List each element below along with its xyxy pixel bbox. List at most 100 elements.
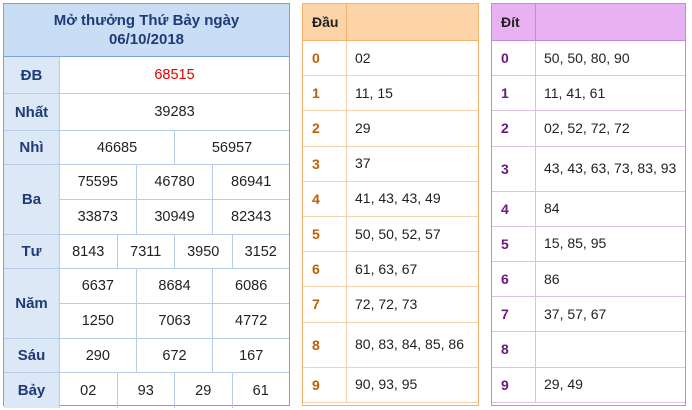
- dau-row: 4 41, 43, 43, 49: [303, 181, 478, 217]
- dau-digit: 8: [303, 322, 347, 367]
- lottery-results-table: Mở thưởng Thứ Bảy ngày 06/10/2018 ĐB 6851…: [3, 3, 290, 408]
- prize-number: 167: [212, 339, 289, 372]
- prize-label: Nhì: [4, 131, 60, 164]
- prize-row: Bảy 02 93 29 61: [4, 373, 289, 408]
- dit-numbers: 37, 57, 67: [544, 305, 607, 322]
- prize-number: 93: [116, 373, 175, 408]
- dau-header-label: Đầu: [303, 4, 347, 40]
- dit-digit: 5: [492, 226, 536, 261]
- prize-label: Bảy: [4, 373, 60, 408]
- prize-values: 290 672 167: [60, 339, 289, 372]
- prize-line: 1250 7063 4772: [60, 303, 289, 338]
- prize-number: 30949: [135, 200, 213, 234]
- dau-numbers: 90, 93, 95: [355, 376, 418, 393]
- prize-number: 6086: [212, 269, 289, 303]
- dau-row: 8 80, 83, 84, 85, 86: [303, 322, 478, 368]
- prize-number: 46780: [135, 165, 213, 199]
- dit-table-header: Đít: [492, 4, 685, 41]
- dau-numbers: 50, 50, 52, 57: [355, 225, 441, 242]
- prize-label: ĐB: [4, 57, 60, 93]
- prize-row: Sáu 290 672 167: [4, 339, 289, 373]
- dau-digit: 6: [303, 252, 347, 287]
- dit-numbers: 02, 52, 72, 72: [544, 119, 630, 136]
- dau-table: Đầu 0 02 1 11, 15 2 29 3 37 4 41, 43, 43, 49 5 50, …: [302, 3, 479, 406]
- dit-row: 0 50, 50, 80, 90: [492, 41, 685, 77]
- dau-digit: 3: [303, 146, 347, 181]
- prize-row: Ba 75595 46780 86941 33873 30949 82343: [4, 165, 289, 235]
- dit-row: 8: [492, 332, 685, 368]
- dit-digit: 2: [492, 111, 536, 146]
- prize-number: 75595: [77, 174, 118, 190]
- dit-numbers: 86: [544, 270, 560, 287]
- prize-values: 68515: [60, 57, 289, 93]
- dit-table-body: 0 50, 50, 80, 90 1 11, 41, 61 2 02, 52, 72, 7…: [492, 41, 685, 403]
- dit-row: 1 11, 41, 61: [492, 76, 685, 112]
- dau-digit: 4: [303, 181, 347, 216]
- prize-number: 86941: [212, 165, 289, 199]
- dau-digit: 1: [303, 76, 347, 111]
- prize-number: 3152: [231, 235, 290, 268]
- dit-row: 6 86: [492, 261, 685, 298]
- prize-number: 290: [85, 347, 110, 364]
- dau-numbers: 02: [355, 49, 371, 66]
- dit-row: 4 84: [492, 191, 685, 227]
- prize-line: 02 93 29 61: [60, 373, 289, 408]
- prize-number: 8143: [72, 243, 105, 260]
- dau-table-body: 0 02 1 11, 15 2 29 3 37 4 41, 43, 43, 49 5 50, 50, …: [303, 41, 478, 403]
- prize-number: 68515: [154, 67, 195, 83]
- prize-number: 82343: [212, 200, 289, 234]
- prize-number: 8684: [135, 269, 213, 303]
- prize-number: 46685: [96, 139, 138, 156]
- prize-number: 7063: [135, 304, 213, 338]
- prize-number: 1250: [81, 313, 114, 329]
- dit-table: Đít 0 50, 50, 80, 90 1 11, 41, 61 2 02, 52, 7…: [491, 3, 686, 406]
- dit-digit: 8: [492, 332, 536, 367]
- dau-numbers: 37: [355, 155, 371, 172]
- dau-numbers: 29: [355, 119, 371, 136]
- dau-row: 3 37: [303, 146, 478, 182]
- prize-row: Tư 8143 7311 3950 3152: [4, 235, 289, 269]
- prize-row: Năm 6637 8684 6086 1250 7063 4772: [4, 269, 289, 339]
- prize-row: Nhất 39283: [4, 94, 289, 131]
- dit-row: 5 15, 85, 95: [492, 226, 685, 262]
- prize-values: 39283: [60, 94, 289, 130]
- prize-line: 290 672 167: [60, 339, 289, 372]
- dit-numbers: 43, 43, 63, 73, 83, 93: [544, 160, 677, 177]
- prize-values: 46685 56957: [60, 131, 289, 164]
- dit-numbers: 50, 50, 80, 90: [544, 49, 630, 66]
- dau-row: 5 50, 50, 52, 57: [303, 216, 478, 253]
- dit-row: 7 37, 57, 67: [492, 297, 685, 333]
- prize-line: 46685 56957: [60, 131, 289, 164]
- prize-number: 6637: [81, 278, 114, 294]
- dit-numbers: [536, 332, 685, 366]
- prize-number: 61: [231, 373, 290, 408]
- prize-number: 4772: [212, 304, 289, 338]
- prize-values: 8143 7311 3950 3152: [60, 235, 289, 268]
- prize-row: Nhì 46685 56957: [4, 131, 289, 165]
- prize-number: 29: [174, 373, 232, 408]
- dit-digit: 1: [492, 76, 536, 111]
- dit-numbers: 29, 49: [544, 376, 583, 393]
- prize-values: 02 93 29 61: [60, 373, 289, 408]
- prize-number: 672: [135, 339, 213, 372]
- prize-row: ĐB 68515: [4, 57, 289, 94]
- dit-digit: 3: [492, 146, 536, 191]
- dit-digit: 4: [492, 191, 536, 226]
- prize-label: Tư: [4, 235, 60, 268]
- prize-line: 33873 30949 82343: [60, 199, 289, 234]
- prize-number: 02: [80, 382, 97, 399]
- prize-values: 6637 8684 6086 1250 7063 4772: [60, 269, 289, 338]
- prize-rows: ĐB 68515 Nhất 39283 Nhì 46685 56957 Ba 75595 4678…: [4, 57, 289, 408]
- dau-digit: 2: [303, 111, 347, 146]
- dau-numbers: 41, 43, 43, 49: [355, 190, 441, 207]
- prize-values: 75595 46780 86941 33873 30949 82343: [60, 165, 289, 234]
- dau-row: 1 11, 15: [303, 76, 478, 112]
- results-header: Mở thưởng Thứ Bảy ngày 06/10/2018: [4, 4, 289, 57]
- dit-row: 3 43, 43, 63, 73, 83, 93: [492, 146, 685, 192]
- dau-row: 7 72, 72, 73: [303, 287, 478, 323]
- prize-line: 68515: [60, 57, 289, 93]
- dau-numbers: 11, 15: [355, 84, 393, 101]
- prize-number: 39283: [154, 104, 195, 120]
- results-title: Mở thưởng Thứ Bảy ngày: [53, 12, 240, 29]
- prize-number: 7311: [116, 235, 175, 268]
